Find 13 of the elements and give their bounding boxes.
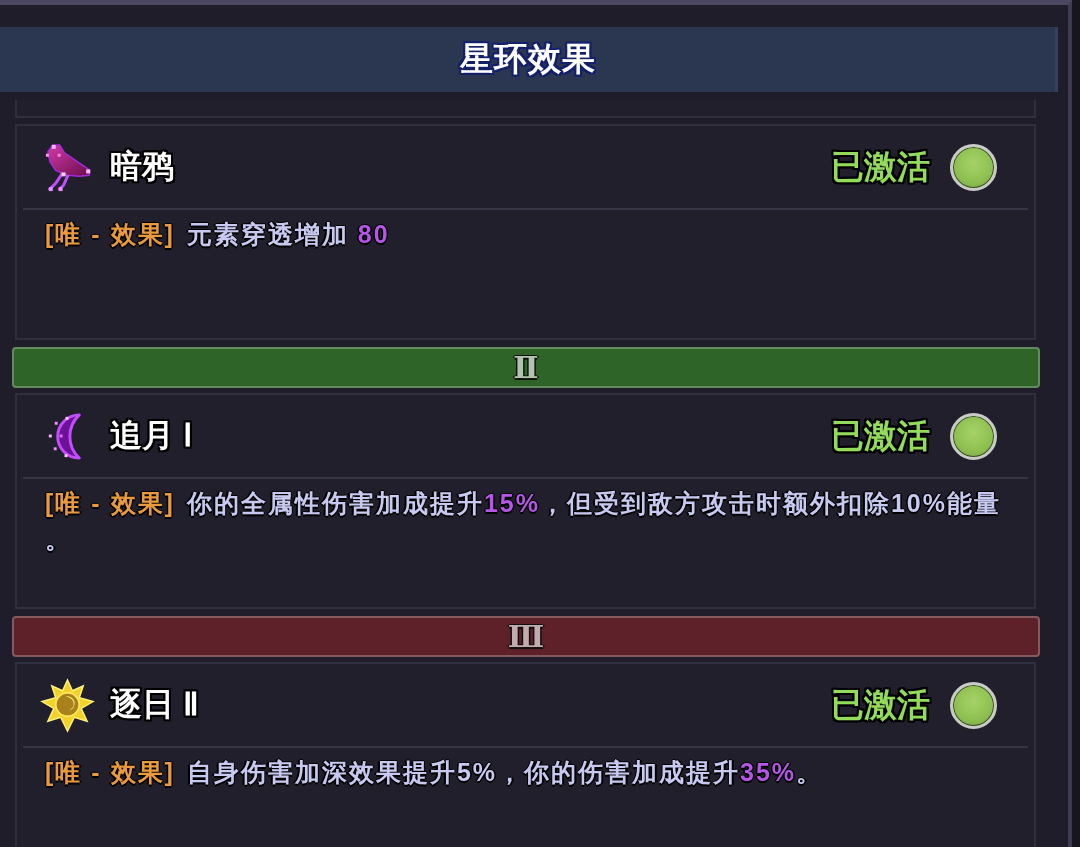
effect-name: 暗鸦 bbox=[110, 147, 174, 186]
sun-icon bbox=[40, 677, 95, 733]
effect-description: [唯 - 效果] 元素穿透增加 80 bbox=[45, 219, 391, 250]
tier-numeral: Ⅱ bbox=[513, 352, 539, 383]
tier-numeral: Ⅲ bbox=[507, 621, 545, 652]
status-label: 已激活 bbox=[831, 684, 930, 725]
effect-description: [唯 - 效果] 自身伤害加深效果提升5%，你的伤害加成提升35%。 bbox=[45, 757, 825, 788]
effect-description: [唯 - 效果] 你的全属性伤害加成提升15%，但受到敌方攻击时额外扣除10%能量。 bbox=[45, 488, 1002, 555]
effect-name: 逐日 Ⅱ bbox=[110, 685, 199, 724]
effect-name: 追月 Ⅰ bbox=[110, 416, 192, 455]
status-label: 已激活 bbox=[831, 415, 930, 456]
status-label: 已激活 bbox=[831, 146, 930, 187]
panel-title: 星环效果 bbox=[459, 39, 596, 79]
